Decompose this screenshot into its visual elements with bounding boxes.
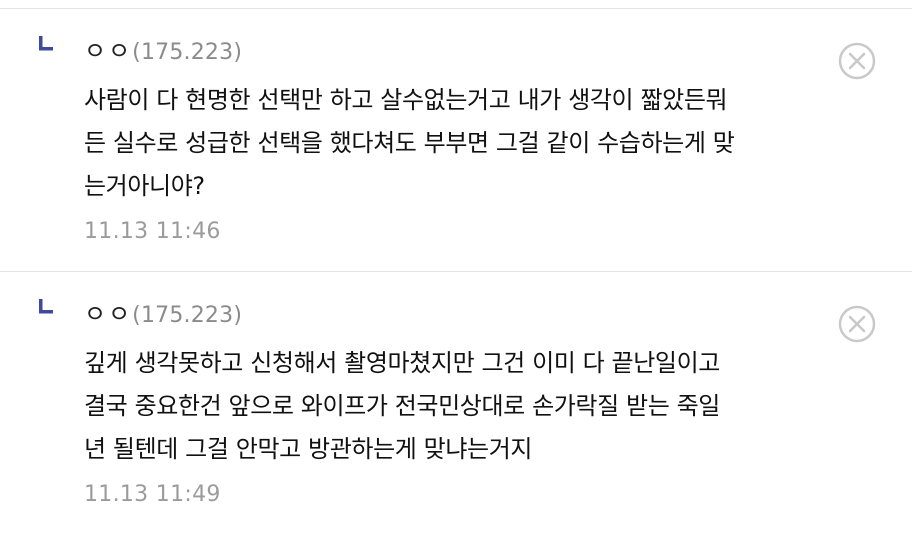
nickname[interactable]: ㅇㅇ <box>84 294 132 329</box>
reply-arrow-icon <box>39 299 53 314</box>
reply-body-line: 깊게 생각못하고 신청해서 촬영마쳤지만 그건 이미 다 끝난일이고 <box>84 349 720 377</box>
ip-address: (175.223) <box>132 40 243 65</box>
reply-body: 사람이 다 현명한 선택만 하고 살수없는거고 내가 생각이 짧았든뭐 든 실수… <box>84 79 884 208</box>
nickname[interactable]: ㅇㅇ <box>84 31 132 66</box>
reply-list: ㅇㅇ (175.223) 사람이 다 현명한 선택만 하고 살수없는거고 내가 … <box>0 9 912 534</box>
reply-body-line: 사람이 다 현명한 선택만 하고 살수없는거고 내가 생각이 짧았든뭐 <box>84 86 728 114</box>
ip-address: (175.223) <box>132 303 243 328</box>
reply-body-line: 년 될텐데 그걸 안막고 방관하는게 맞냐는거지 <box>84 435 533 463</box>
delete-reply-button[interactable] <box>837 41 877 81</box>
delete-reply-button[interactable] <box>837 304 877 344</box>
reply-arrow-icon <box>39 36 53 51</box>
reply-timestamp: 11.13 11:49 <box>84 482 221 507</box>
reply-header: ㅇㅇ (175.223) <box>84 31 242 65</box>
reply-body-line: 든 실수로 성급한 선택을 했다쳐도 부부면 그걸 같이 수습하는게 맞 <box>84 129 735 157</box>
reply-body: 깊게 생각못하고 신청해서 촬영마쳤지만 그건 이미 다 끝난일이고 결국 중요… <box>84 342 884 471</box>
reply-item: ㅇㅇ (175.223) 깊게 생각못하고 신청해서 촬영마쳤지만 그건 이미 … <box>0 272 912 534</box>
reply-body-line: 는거아니야? <box>84 172 205 200</box>
reply-body-line: 결국 중요한건 앞으로 와이프가 전국민상대로 손가락질 받는 죽일 <box>84 392 720 420</box>
reply-header: ㅇㅇ (175.223) <box>84 294 242 328</box>
reply-timestamp: 11.13 11:46 <box>84 219 221 244</box>
reply-item: ㅇㅇ (175.223) 사람이 다 현명한 선택만 하고 살수없는거고 내가 … <box>0 9 912 272</box>
